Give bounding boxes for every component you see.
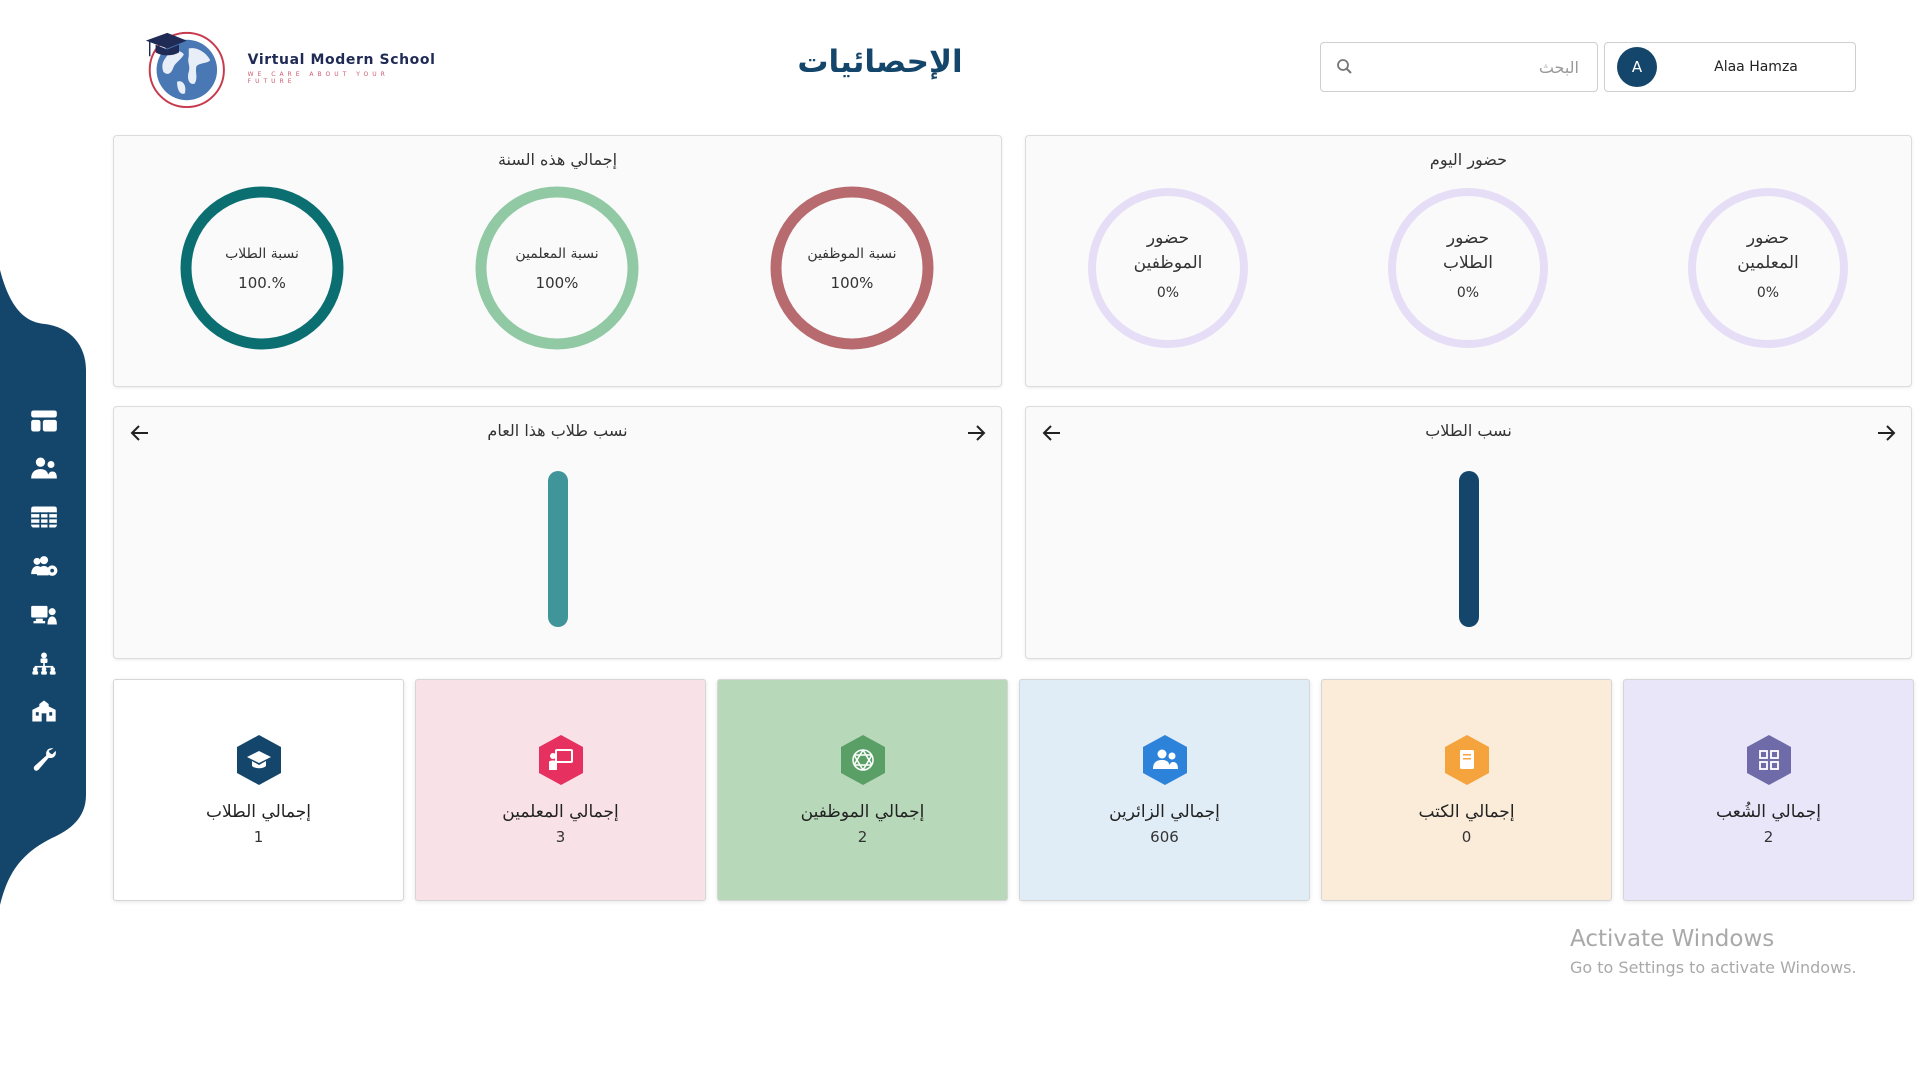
tile-books-total[interactable]: إجمالي الكتب 0 (1321, 679, 1612, 901)
students-attendance-label-1: حضور (1446, 228, 1490, 248)
employees-attendance-label-2: الموظفين (1133, 253, 1203, 273)
users-icon[interactable] (29, 455, 59, 481)
employees-ratio-label: نسبة الموظفين (807, 246, 897, 262)
year-students-chart-title: نسب طلاب هذا العام (487, 421, 628, 440)
school-icon[interactable] (29, 698, 59, 724)
globe-logo-icon (145, 31, 225, 109)
teachers-attendance-label-2: المعلمين (1737, 253, 1799, 273)
teachers-ratio-ring: نسبة المعلمين 100% (475, 186, 639, 350)
tile-students-total[interactable]: إجمالي الطلاب 1 (113, 679, 404, 901)
chart-bar-wrap (1457, 467, 1481, 627)
tile-label: إجمالي الزائرين (1109, 802, 1220, 822)
wrench-icon[interactable] (29, 746, 59, 772)
teachers-attendance-label-1: حضور (1746, 228, 1790, 248)
hierarchy-icon[interactable] (29, 650, 59, 676)
chart-bar[interactable] (547, 471, 568, 627)
year-totals-card: إجمالي هذه السنة نسبة الطلاب 100.% نسبة … (113, 135, 1002, 387)
search-input[interactable] (1355, 44, 1597, 90)
brand-tagline: WE CARE ABOUT YOUR FUTURE (247, 70, 389, 85)
teacher-board-icon (539, 735, 583, 785)
search-box[interactable] (1320, 42, 1598, 92)
sidebar (0, 0, 90, 1080)
today-attendance-card: حضور اليوم حضور الموظفين 0% حضور الطلاب … (1025, 135, 1912, 387)
students-attendance-value: 0% (1456, 285, 1480, 301)
employees-ratio-value: 100% (830, 274, 874, 292)
tile-label: إجمالي الشُعب (1716, 802, 1821, 822)
students-ratio-ring: نسبة الطلاب 100.% (180, 186, 344, 350)
teachers-attendance-value: 0% (1756, 285, 1780, 301)
tile-value: 3 (555, 828, 566, 846)
tile-label: إجمالي الكتب (1418, 802, 1515, 822)
students-chart-title: نسب الطلاب (1425, 421, 1512, 440)
employees-attendance-ring: حضور الموظفين 0% (1086, 186, 1250, 350)
graduation-cap-icon (237, 735, 281, 785)
students-chart-card: نسب الطلاب Syria (1025, 406, 1912, 705)
watermark-line-1: Activate Windows (1570, 926, 1775, 952)
avatar: A (1617, 47, 1657, 87)
tile-visitors-total[interactable]: إجمالي الزائرين 606 (1019, 679, 1310, 901)
year-totals-title: إجمالي هذه السنة (497, 150, 618, 169)
user-menu[interactable]: A Alaa Hamza (1604, 42, 1856, 92)
employees-attendance-label-1: حضور (1146, 228, 1190, 248)
teachers-ratio-value: 100% (535, 274, 579, 292)
table-icon[interactable] (29, 504, 59, 530)
employees-attendance-value: 0% (1156, 285, 1180, 301)
tile-sections-total[interactable]: إجمالي الشُعب 2 (1623, 679, 1914, 901)
tile-value: 606 (1150, 828, 1179, 846)
tile-value: 0 (1461, 828, 1472, 846)
grid-icon (1747, 735, 1791, 785)
students-ratio-value: 100.% (238, 274, 286, 292)
employees-ratio-ring: نسبة الموظفين 100% (770, 186, 934, 350)
students-attendance-label-2: الطلاب (1443, 253, 1493, 273)
watermark-line-2: Go to Settings to activate Windows. (1570, 958, 1857, 977)
users-cog-icon[interactable] (29, 553, 59, 579)
teachers-ratio-label: نسبة المعلمين (515, 246, 599, 262)
teachers-attendance-ring: حضور المعلمين 0% (1686, 186, 1850, 350)
sidebar-background (0, 270, 86, 905)
tile-label: إجمالي المعلمين (502, 802, 619, 822)
students-attendance-ring: حضور الطلاب 0% (1386, 186, 1550, 350)
devices-icon[interactable] (29, 601, 59, 627)
next-arrow-icon[interactable] (964, 421, 988, 445)
tile-teachers-total[interactable]: إجمالي المعلمين 3 (415, 679, 706, 901)
tile-value: 2 (857, 828, 868, 846)
chart-bar[interactable] (1458, 471, 1479, 627)
year-students-bar-plot: Syria (114, 467, 1001, 705)
students-ratio-label: نسبة الطلاب (225, 246, 299, 262)
students-bar-plot: Syria (1026, 467, 1911, 705)
tile-employees-total[interactable]: إجمالي الموظفين 2 (717, 679, 1008, 901)
tile-label: إجمالي الموظفين (800, 802, 925, 822)
chart-bar-wrap (546, 467, 570, 627)
page-title: الإحصائيات (797, 44, 963, 80)
windows-watermark: Activate Windows Go to Settings to activ… (1570, 926, 1857, 977)
today-attendance-title: حضور اليوم (1429, 150, 1508, 169)
search-icon (1337, 59, 1352, 74)
book-icon (1445, 735, 1489, 785)
tile-label: إجمالي الطلاب (206, 802, 311, 822)
network-icon (841, 735, 885, 785)
brand-name: Virtual Modern School (247, 51, 436, 68)
school-logo[interactable]: Virtual Modern School WE CARE ABOUT YOUR… (138, 18, 438, 118)
dashboard-icon[interactable] (29, 408, 59, 434)
tile-value: 2 (1763, 828, 1774, 846)
tile-value: 1 (253, 828, 264, 846)
next-arrow-icon[interactable] (1874, 421, 1898, 445)
user-name: Alaa Hamza (1714, 59, 1798, 75)
visitors-icon (1143, 735, 1187, 785)
year-students-chart-card: نسب طلاب هذا العام Syria (113, 406, 1002, 705)
